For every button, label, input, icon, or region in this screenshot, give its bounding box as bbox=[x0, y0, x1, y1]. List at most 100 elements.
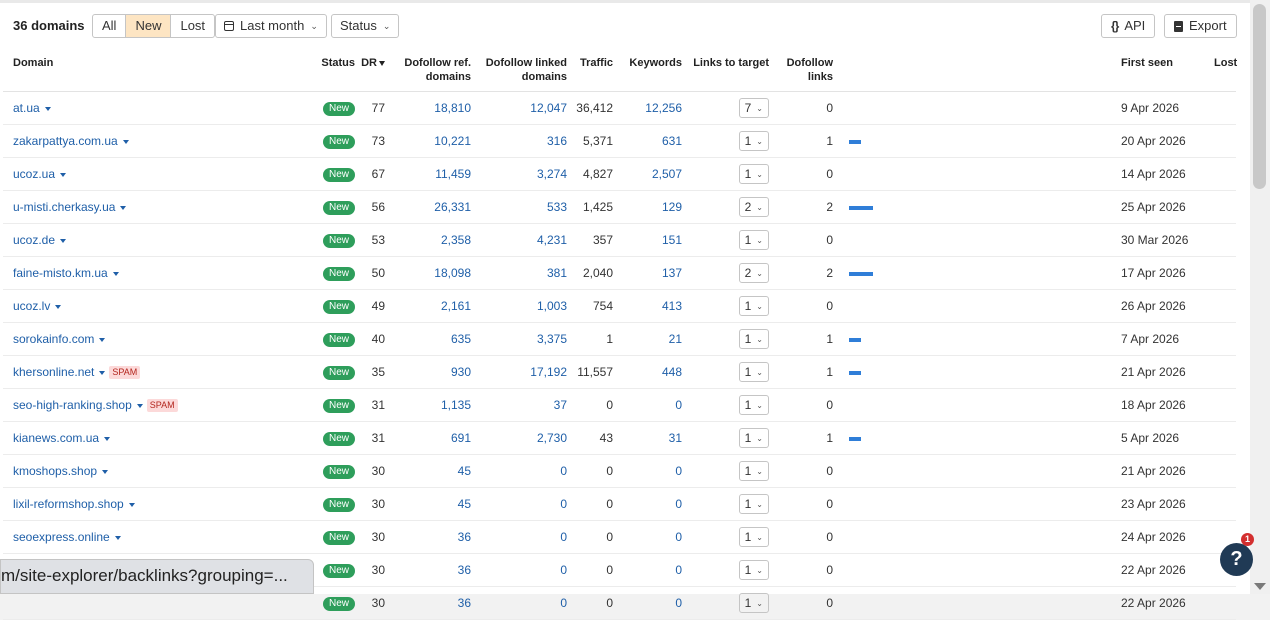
keywords-link[interactable]: 448 bbox=[662, 365, 682, 379]
keywords-link[interactable]: 631 bbox=[662, 134, 682, 148]
links-to-target-dropdown[interactable]: 1 ⌄ bbox=[738, 494, 769, 514]
domain-link[interactable]: faine-misto.km.ua bbox=[13, 266, 108, 280]
col-dofollow-ref-domains[interactable]: Dofollow ref. domains bbox=[391, 52, 477, 92]
links-to-target-dropdown[interactable]: 1 ⌄ bbox=[738, 428, 769, 448]
keywords-link[interactable]: 0 bbox=[675, 563, 682, 577]
domain-menu-caret-icon[interactable] bbox=[102, 469, 109, 474]
keywords-link[interactable]: 129 bbox=[662, 200, 682, 214]
domain-menu-caret-icon[interactable] bbox=[112, 271, 119, 276]
col-traffic[interactable]: Traffic bbox=[573, 52, 619, 92]
domain-menu-caret-icon[interactable] bbox=[44, 106, 51, 111]
domain-link[interactable]: kmoshops.shop bbox=[13, 464, 97, 478]
links-to-target-dropdown[interactable]: 1 ⌄ bbox=[738, 131, 769, 151]
domain-link[interactable]: at.ua bbox=[13, 101, 40, 115]
ref-domains-link[interactable]: 45 bbox=[458, 497, 471, 511]
domain-link[interactable]: ucoz.de bbox=[13, 233, 55, 247]
ref-domains-link[interactable]: 26,331 bbox=[434, 200, 471, 214]
domain-menu-caret-icon[interactable] bbox=[99, 370, 106, 375]
links-to-target-dropdown[interactable]: 1 ⌄ bbox=[738, 230, 769, 250]
keywords-link[interactable]: 21 bbox=[669, 332, 682, 346]
ref-domains-link[interactable]: 18,098 bbox=[434, 266, 471, 280]
links-to-target-dropdown[interactable]: 1 ⌄ bbox=[738, 395, 769, 415]
keywords-link[interactable]: 0 bbox=[675, 497, 682, 511]
links-to-target-dropdown[interactable]: 1 ⌄ bbox=[738, 329, 769, 349]
vertical-scrollbar[interactable] bbox=[1250, 0, 1270, 594]
links-to-target-dropdown[interactable]: 2 ⌄ bbox=[738, 263, 769, 283]
keywords-link[interactable]: 0 bbox=[675, 530, 682, 544]
links-to-target-dropdown[interactable]: 1 ⌄ bbox=[738, 593, 769, 613]
filter-new-button[interactable]: New bbox=[126, 15, 172, 37]
ref-domains-link[interactable]: 2,358 bbox=[441, 233, 471, 247]
domain-menu-caret-icon[interactable] bbox=[60, 172, 67, 177]
linked-domains-link[interactable]: 3,375 bbox=[537, 332, 567, 346]
filter-lost-button[interactable]: Lost bbox=[171, 15, 214, 37]
linked-domains-link[interactable]: 2,730 bbox=[537, 431, 567, 445]
ref-domains-link[interactable]: 10,221 bbox=[434, 134, 471, 148]
keywords-link[interactable]: 31 bbox=[669, 431, 682, 445]
domain-link[interactable]: khersonline.net bbox=[13, 365, 94, 379]
links-to-target-dropdown[interactable]: 1 ⌄ bbox=[738, 527, 769, 547]
domain-menu-caret-icon[interactable] bbox=[128, 502, 135, 507]
links-to-target-dropdown[interactable]: 7 ⌄ bbox=[738, 98, 769, 118]
col-dofollow-linked-domains[interactable]: Dofollow linked domains bbox=[477, 52, 573, 92]
col-keywords[interactable]: Keywords bbox=[619, 52, 688, 92]
links-to-target-dropdown[interactable]: 1 ⌄ bbox=[738, 362, 769, 382]
domain-link[interactable]: seo-high-ranking.shop bbox=[13, 398, 132, 412]
linked-domains-link[interactable]: 0 bbox=[560, 563, 567, 577]
domain-menu-caret-icon[interactable] bbox=[99, 337, 106, 342]
keywords-link[interactable]: 151 bbox=[662, 233, 682, 247]
ref-domains-link[interactable]: 11,459 bbox=[435, 167, 471, 181]
linked-domains-link[interactable]: 0 bbox=[560, 464, 567, 478]
linked-domains-link[interactable]: 0 bbox=[560, 530, 567, 544]
linked-domains-link[interactable]: 3,274 bbox=[537, 167, 567, 181]
ref-domains-link[interactable]: 1,135 bbox=[441, 398, 471, 412]
linked-domains-link[interactable]: 37 bbox=[554, 398, 567, 412]
links-to-target-dropdown[interactable]: 2 ⌄ bbox=[738, 197, 769, 217]
keywords-link[interactable]: 413 bbox=[662, 299, 682, 313]
domain-link[interactable]: ucoz.lv bbox=[13, 299, 50, 313]
links-to-target-dropdown[interactable]: 1 ⌄ bbox=[738, 164, 769, 184]
linked-domains-link[interactable]: 4,231 bbox=[537, 233, 567, 247]
domain-link[interactable]: lixil-reformshop.shop bbox=[13, 497, 124, 511]
domain-link[interactable]: zakarpattya.com.ua bbox=[13, 134, 118, 148]
linked-domains-link[interactable]: 1,003 bbox=[537, 299, 567, 313]
ref-domains-link[interactable]: 45 bbox=[458, 464, 471, 478]
help-button[interactable]: ? bbox=[1220, 543, 1253, 576]
ref-domains-link[interactable]: 36 bbox=[458, 530, 471, 544]
date-range-dropdown[interactable]: Last month ⌄ bbox=[215, 14, 327, 38]
domain-link[interactable]: sorokainfo.com bbox=[13, 332, 94, 346]
domain-menu-caret-icon[interactable] bbox=[55, 304, 62, 309]
col-dr[interactable]: DR bbox=[361, 52, 391, 92]
ref-domains-link[interactable]: 36 bbox=[458, 563, 471, 577]
col-status[interactable]: Status bbox=[313, 52, 361, 92]
linked-domains-link[interactable]: 0 bbox=[560, 497, 567, 511]
domain-link[interactable]: ucoz.ua bbox=[13, 167, 55, 181]
links-to-target-dropdown[interactable]: 1 ⌄ bbox=[738, 296, 769, 316]
col-links-to-target[interactable]: Links to target bbox=[688, 52, 775, 92]
status-dropdown[interactable]: Status ⌄ bbox=[331, 14, 400, 38]
ref-domains-link[interactable]: 18,810 bbox=[434, 101, 471, 115]
ref-domains-link[interactable]: 930 bbox=[451, 365, 471, 379]
domain-menu-caret-icon[interactable] bbox=[114, 535, 121, 540]
keywords-link[interactable]: 2,507 bbox=[652, 167, 682, 181]
filter-all-button[interactable]: All bbox=[93, 15, 127, 37]
domain-link[interactable]: seoexpress.online bbox=[13, 530, 110, 544]
col-domain[interactable]: Domain bbox=[3, 52, 313, 92]
domain-menu-caret-icon[interactable] bbox=[104, 436, 111, 441]
domain-menu-caret-icon[interactable] bbox=[60, 238, 67, 243]
linked-domains-link[interactable]: 12,047 bbox=[530, 101, 567, 115]
links-to-target-dropdown[interactable]: 1 ⌄ bbox=[738, 560, 769, 580]
col-dofollow-links[interactable]: Dofollow links bbox=[775, 52, 839, 92]
ref-domains-link[interactable]: 36 bbox=[458, 596, 471, 610]
keywords-link[interactable]: 0 bbox=[675, 596, 682, 610]
keywords-link[interactable]: 12,256 bbox=[645, 101, 682, 115]
ref-domains-link[interactable]: 635 bbox=[451, 332, 471, 346]
domain-menu-caret-icon[interactable] bbox=[136, 403, 143, 408]
keywords-link[interactable]: 137 bbox=[662, 266, 682, 280]
domain-menu-caret-icon[interactable] bbox=[122, 139, 129, 144]
linked-domains-link[interactable]: 381 bbox=[547, 266, 567, 280]
links-to-target-dropdown[interactable]: 1 ⌄ bbox=[738, 461, 769, 481]
ref-domains-link[interactable]: 2,161 bbox=[441, 299, 471, 313]
linked-domains-link[interactable]: 533 bbox=[547, 200, 567, 214]
keywords-link[interactable]: 0 bbox=[675, 464, 682, 478]
